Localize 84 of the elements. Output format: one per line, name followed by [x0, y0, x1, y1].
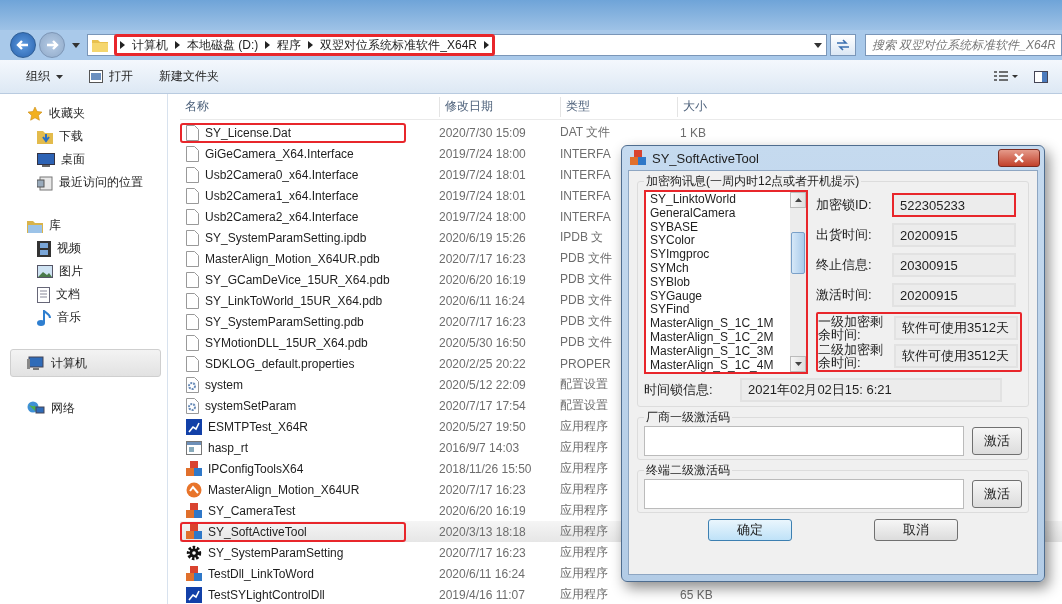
value-field: 522305233 — [892, 193, 1016, 217]
file-type: INTERFA — [559, 167, 609, 182]
modified-date: 2020/3/13 18:18 — [438, 524, 527, 539]
file-name: SY_GCamDeVice_15UR_X64.pdb — [205, 272, 390, 287]
file-name: SY_SystemParamSetting.pdb — [205, 314, 364, 329]
field-label: 时间锁信息: — [644, 381, 714, 399]
file-type: 应用程序 — [559, 418, 609, 435]
file-type: 应用程序 — [559, 502, 609, 519]
file-name: MasterAlign_Motion_X64UR — [208, 482, 360, 497]
group-title: 终端二级激活码 — [645, 462, 731, 479]
file-name: systemSetParam — [205, 398, 297, 413]
file-name: SYMotionDLL_15UR_X64.pdb — [205, 335, 368, 350]
modified-date: 2020/5/12 22:09 — [438, 377, 527, 392]
file-type: 应用程序 — [559, 586, 609, 603]
file-name: system — [205, 377, 243, 392]
file-name: MasterAlign_Motion_X64UR.pdb — [205, 251, 380, 266]
field-label: 激活时间: — [816, 286, 873, 304]
file-name: IPConfigToolsX64 — [208, 461, 304, 476]
group-title: 加密狗讯息(一周内时12点或者开机提示) — [645, 173, 861, 190]
field-label: 出货时间: — [816, 226, 873, 244]
file-type: 应用程序 — [559, 523, 609, 540]
modified-date: 2019/4/16 11:07 — [438, 587, 526, 602]
file-name: Usb2Camera2_x64.Interface — [205, 209, 359, 224]
modified-date: 2020/6/19 15:26 — [438, 230, 527, 245]
modified-date: 2020/2/25 20:22 — [438, 356, 527, 371]
file-name: SY_LinkToWorld_15UR_X64.pdb — [205, 293, 383, 308]
modified-date: 2019/7/24 18:00 — [438, 209, 527, 224]
value-field: 2021年02月02日15: 6:21 — [740, 378, 1002, 402]
file-name: SDKLOG_default.properties — [205, 356, 355, 371]
value-field: 20200915 — [892, 283, 1016, 307]
modified-date: 2020/7/30 15:09 — [438, 125, 527, 140]
file-name: SY_CameraTest — [208, 503, 296, 518]
modified-date: 2020/5/27 19:50 — [438, 419, 527, 434]
file-name: SY_SystemParamSetting.ipdb — [205, 230, 367, 245]
file-type: INTERFA — [559, 188, 609, 203]
modified-date: 2018/11/26 15:50 — [438, 461, 533, 476]
field-label: 一级加密剩余时间: — [818, 315, 884, 341]
value-field: 20200915 — [892, 223, 1016, 247]
modified-date: 2020/6/20 16:19 — [438, 272, 527, 287]
modified-date: 2019/7/24 18:01 — [438, 188, 527, 203]
field-label: 终止信息: — [816, 256, 873, 274]
modified-date: 2020/7/17 16:23 — [438, 545, 527, 560]
file-name: SY_License.Dat — [205, 125, 292, 140]
modified-date: 2020/7/17 16:23 — [438, 482, 527, 497]
file-type: 应用程序 — [559, 460, 609, 477]
file-type: 配置设置 — [559, 376, 609, 393]
modified-date: 2020/7/17 16:23 — [438, 251, 527, 266]
file-type: PROPER — [559, 356, 609, 371]
dialog-title: SY_SoftActiveTool — [652, 150, 759, 166]
value-field: 软件可使用3512天 — [894, 344, 1018, 368]
file-name: ESMTPTest_X64R — [208, 419, 309, 434]
modified-date: 2020/7/17 16:23 — [438, 314, 527, 329]
file-type: 配置设置 — [559, 397, 609, 414]
file-name: SY_SystemParamSetting — [208, 545, 344, 560]
file-name: TestDll_LinkToWord — [208, 566, 314, 581]
modified-date: 2020/7/17 17:54 — [438, 398, 527, 413]
modified-date: 2016/9/7 14:03 — [438, 440, 521, 455]
modified-date: 2020/6/11 16:24 — [438, 566, 526, 581]
file-name: Usb2Camera0_x64.Interface — [205, 167, 359, 182]
file-type: IPDB 文 — [559, 229, 605, 246]
file-name: Usb2Camera1_x64.Interface — [205, 188, 359, 203]
file-type: 应用程序 — [559, 565, 609, 582]
group-title: 厂商一级激活码 — [645, 409, 731, 426]
file-name: GiGeCamera_X64.Interface — [205, 146, 354, 161]
modified-date: 2020/6/11 16:24 — [438, 293, 526, 308]
file-size: 1 KB — [679, 125, 707, 140]
file-type: INTERFA — [559, 209, 609, 224]
file-type: 应用程序 — [559, 544, 609, 561]
field-label: 加密锁ID: — [816, 196, 873, 214]
file-name: TestSYLightControlDll — [208, 587, 325, 602]
modified-date: 2019/7/24 18:01 — [438, 167, 527, 182]
value-field: 软件可使用3512天 — [894, 316, 1018, 340]
modified-date: 2019/7/24 18:00 — [438, 146, 527, 161]
file-type: DAT 文件 — [559, 124, 609, 141]
file-type: 应用程序 — [559, 481, 609, 498]
modified-date: 2020/6/20 16:19 — [438, 503, 527, 518]
file-type: 应用程序 — [559, 439, 609, 456]
file-size: 65 KB — [679, 587, 714, 602]
value-field: 20300915 — [892, 253, 1016, 277]
file-name: SY_SoftActiveTool — [208, 524, 307, 539]
file-name: hasp_rt — [208, 440, 249, 455]
file-type: INTERFA — [559, 146, 609, 161]
field-label: 二级加密剩余时间: — [818, 343, 884, 369]
modified-date: 2020/5/30 16:50 — [438, 335, 527, 350]
